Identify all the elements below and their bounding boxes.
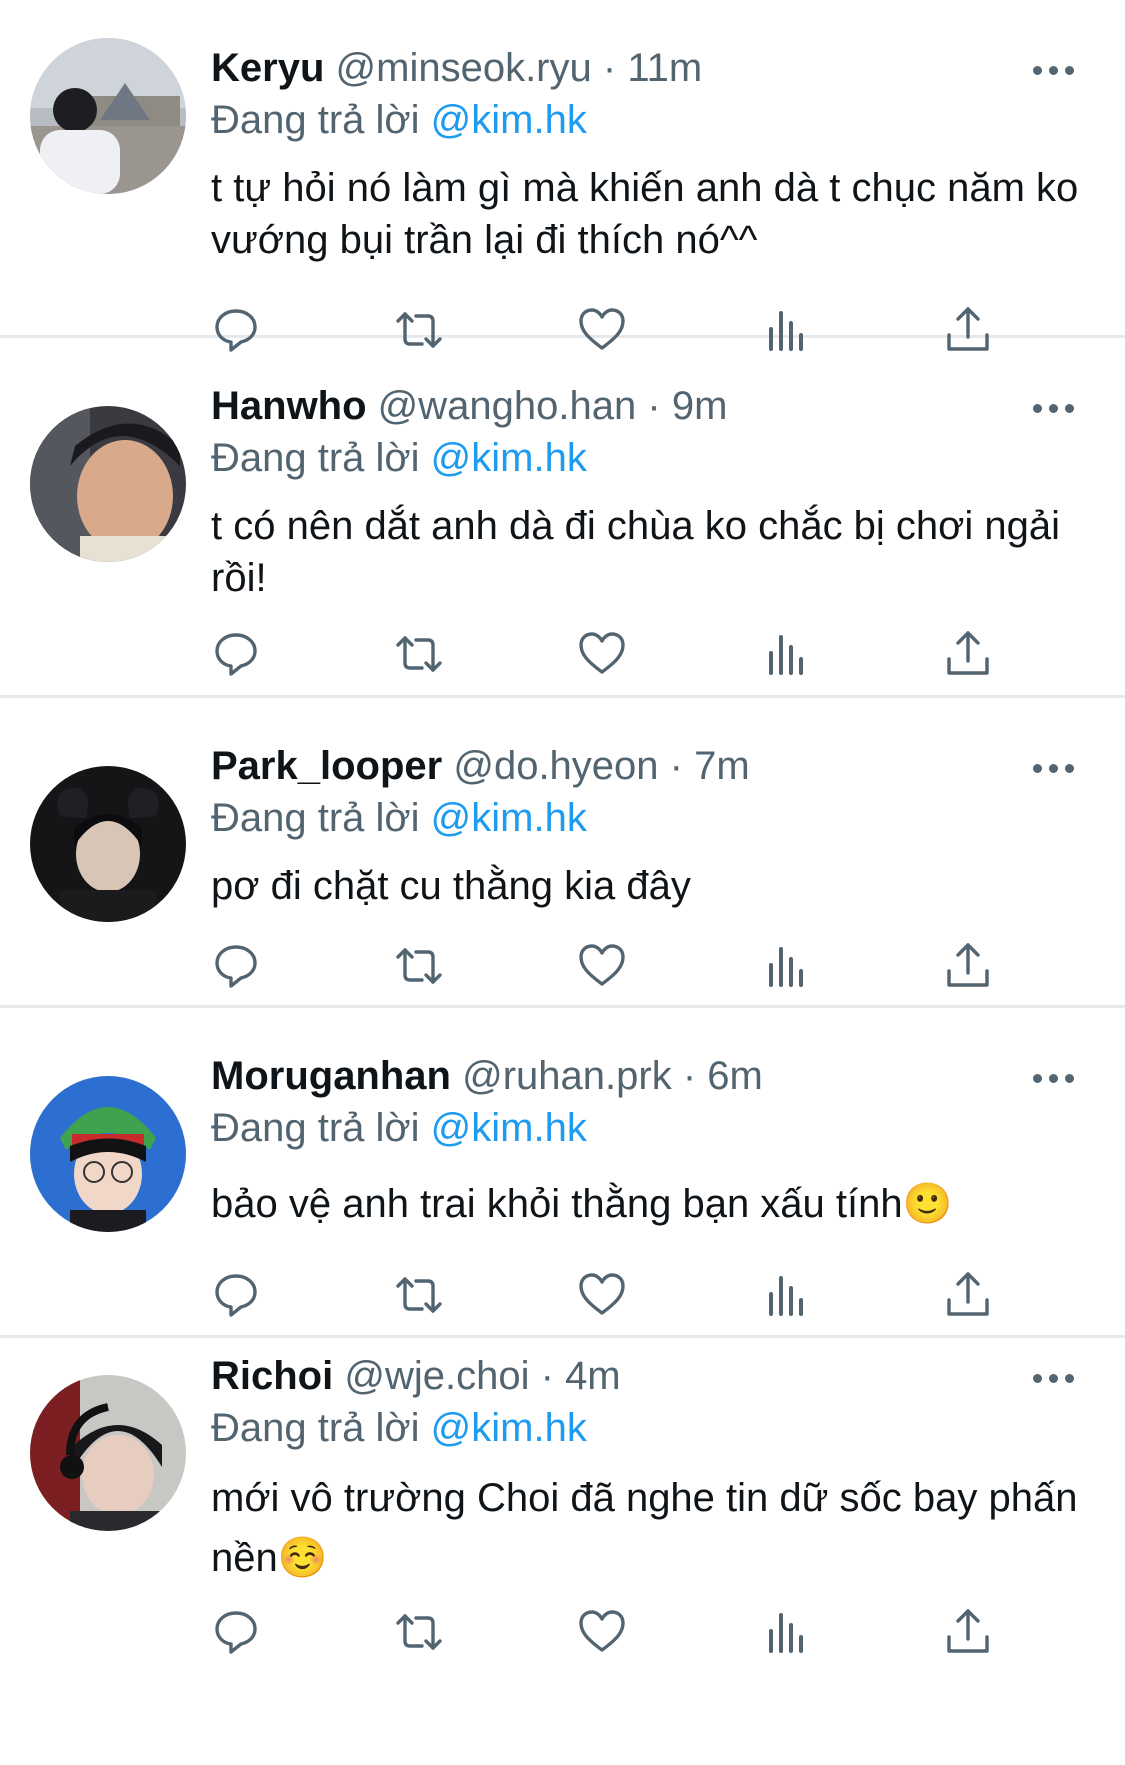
avatar[interactable] [30, 38, 186, 194]
views-icon[interactable] [760, 941, 810, 991]
more-icon[interactable] [1033, 1068, 1075, 1088]
timestamp[interactable]: 7m [694, 744, 750, 788]
action-bar [211, 1607, 1011, 1657]
separator: · [669, 744, 683, 788]
mention-link[interactable]: @kim.hk [431, 98, 587, 142]
tweet-header: Park_looper @do.hyeon · 7m [211, 742, 1095, 790]
retweet-icon[interactable] [394, 1607, 444, 1657]
views-icon[interactable] [760, 1270, 810, 1320]
share-icon[interactable] [943, 629, 993, 679]
display-name[interactable]: Hanwho [211, 384, 367, 428]
reply-icon[interactable] [211, 629, 261, 679]
heart-icon[interactable] [577, 1270, 627, 1320]
tweet-header: Richoi @wje.choi · 4m [211, 1352, 1095, 1400]
display-name[interactable]: Richoi [211, 1354, 333, 1398]
username[interactable]: @do.hyeon [453, 744, 658, 788]
display-name[interactable]: Moruganhan [211, 1054, 451, 1098]
replying-prefix: Đang trả lời [211, 796, 420, 840]
replying-prefix: Đang trả lời [211, 1406, 420, 1450]
replying-to: Đang trả lời @kim.hk [211, 96, 587, 144]
display-name[interactable]: Park_looper [211, 744, 442, 788]
replying-to: Đang trả lời @kim.hk [211, 434, 587, 482]
action-bar [211, 1270, 1011, 1320]
tweet-header: Keryu @minseok.ryu · 11m [211, 44, 1095, 92]
mention-link[interactable]: @kim.hk [431, 1406, 587, 1450]
replying-prefix: Đang trả lời [211, 98, 420, 142]
action-bar [211, 629, 1011, 679]
retweet-icon[interactable] [394, 1270, 444, 1320]
timestamp[interactable]: 11m [627, 46, 702, 90]
tweet-text: t có nên dắt anh dà đi chùa ko chắc bị c… [211, 504, 1061, 600]
username[interactable]: @ruhan.prk [462, 1054, 672, 1098]
avatar[interactable] [30, 1076, 186, 1232]
heart-icon[interactable] [577, 629, 627, 679]
replying-to: Đang trả lời @kim.hk [211, 1104, 587, 1152]
heart-icon[interactable] [577, 1607, 627, 1657]
heart-icon[interactable] [577, 941, 627, 991]
reply-tweet[interactable]: Hanwho @wangho.han · 9m Đang trả lời @ki… [0, 338, 1125, 698]
tweet-text: mới vô trường Choi đã nghe tin dữ sốc ba… [211, 1476, 1078, 1580]
username[interactable]: @wje.choi [344, 1354, 529, 1398]
reply-tweet[interactable]: Keryu @minseok.ryu · 11m Đang trả lời @k… [0, 0, 1125, 352]
retweet-icon[interactable] [394, 941, 444, 991]
separator: · [602, 46, 617, 90]
avatar[interactable] [30, 1375, 186, 1531]
share-icon[interactable] [943, 1270, 993, 1320]
reply-tweet[interactable]: Moruganhan @ruhan.prk · 6m Đang trả lời … [0, 1008, 1125, 1338]
avatar[interactable] [30, 406, 186, 562]
tweet-text: pơ đi chặt cu thằng kia đây [211, 864, 691, 908]
separator: · [540, 1354, 554, 1398]
action-bar [211, 941, 1011, 991]
mention-link[interactable]: @kim.hk [431, 796, 587, 840]
reply-feed: Keryu @minseok.ryu · 11m Đang trả lời @k… [0, 0, 1125, 1765]
replying-prefix: Đang trả lời [211, 1106, 420, 1150]
username[interactable]: @minseok.ryu [336, 46, 592, 90]
display-name[interactable]: Keryu [211, 46, 324, 90]
username[interactable]: @wangho.han [378, 384, 637, 428]
timestamp[interactable]: 6m [707, 1054, 763, 1098]
avatar[interactable] [30, 766, 186, 922]
retweet-icon[interactable] [394, 629, 444, 679]
replying-to: Đang trả lời @kim.hk [211, 1404, 587, 1452]
reply-icon[interactable] [211, 1270, 261, 1320]
views-icon[interactable] [760, 1607, 810, 1657]
tweet-header: Moruganhan @ruhan.prk · 6m [211, 1052, 1095, 1100]
more-icon[interactable] [1033, 398, 1075, 418]
share-icon[interactable] [943, 941, 993, 991]
tweet-text: bảo vệ anh trai khỏi thằng bạn xấu tính🙂 [211, 1182, 953, 1226]
tweet-text: t tự hỏi nó làm gì mà khiến anh dà t chụ… [211, 166, 1079, 262]
timestamp[interactable]: 9m [672, 384, 728, 428]
replying-to: Đang trả lời @kim.hk [211, 794, 587, 842]
separator: · [682, 1054, 697, 1098]
more-icon[interactable] [1033, 758, 1075, 778]
reply-tweet[interactable]: Park_looper @do.hyeon · 7m Đang trả lời … [0, 698, 1125, 1008]
timestamp[interactable]: 4m [565, 1354, 621, 1398]
more-icon[interactable] [1033, 1368, 1075, 1388]
tweet-header: Hanwho @wangho.han · 9m [211, 382, 1095, 430]
mention-link[interactable]: @kim.hk [431, 436, 587, 480]
separator: · [647, 384, 661, 428]
reply-icon[interactable] [211, 1607, 261, 1657]
views-icon[interactable] [760, 629, 810, 679]
reply-tweet[interactable]: Richoi @wje.choi · 4m Đang trả lời @kim.… [0, 1338, 1125, 1765]
more-icon[interactable] [1033, 60, 1075, 80]
replying-prefix: Đang trả lời [211, 436, 420, 480]
reply-icon[interactable] [211, 941, 261, 991]
share-icon[interactable] [943, 1607, 993, 1657]
mention-link[interactable]: @kim.hk [431, 1106, 587, 1150]
